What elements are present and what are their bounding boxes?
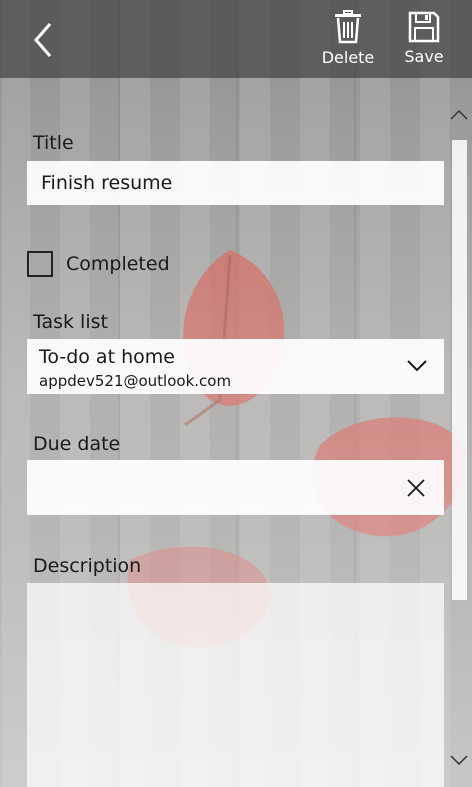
delete-label: Delete	[321, 48, 375, 67]
title-label: Title	[33, 132, 74, 154]
save-label: Save	[404, 47, 444, 66]
back-arrow-icon	[34, 23, 52, 57]
description-textarea[interactable]	[27, 583, 444, 787]
task-list-selected-value: To-do at home	[39, 346, 175, 368]
scroll-up-button[interactable]	[449, 105, 469, 125]
delete-button[interactable]: Delete	[316, 8, 380, 72]
description-label: Description	[33, 555, 142, 577]
due-date-picker[interactable]	[27, 460, 444, 515]
back-button[interactable]	[22, 18, 66, 62]
completed-label[interactable]: Completed	[66, 253, 170, 275]
due-date-label: Due date	[33, 433, 121, 455]
chevron-down-icon	[407, 360, 427, 372]
save-button[interactable]: Save	[392, 8, 456, 72]
trash-icon	[335, 10, 361, 44]
completed-checkbox[interactable]	[27, 251, 53, 277]
title-input[interactable]: Finish resume	[27, 161, 444, 205]
task-list-dropdown[interactable]: To-do at home appdev521@outlook.com	[27, 339, 444, 394]
top-app-bar: Delete Save	[0, 0, 472, 78]
floppy-disk-icon	[408, 11, 440, 43]
scrollbar-thumb[interactable]	[452, 140, 467, 600]
close-icon[interactable]	[406, 478, 426, 498]
task-list-label: Task list	[33, 311, 108, 333]
task-list-account: appdev521@outlook.com	[39, 372, 232, 390]
scroll-down-button[interactable]	[449, 750, 469, 770]
